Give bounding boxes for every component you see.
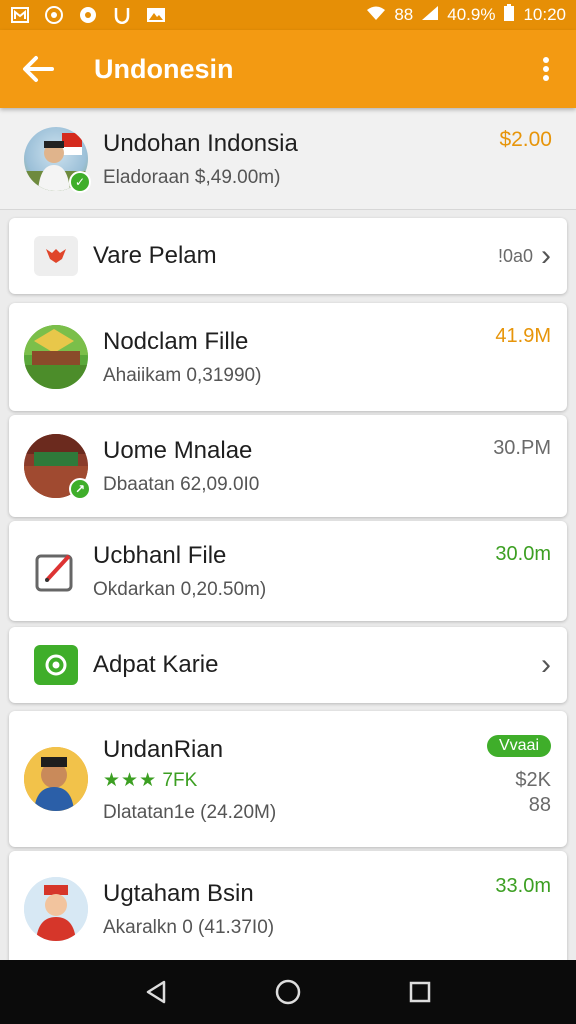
item-amount: 33.0m [495, 875, 551, 897]
item-subtitle: Dlatatan1e (24.20M) [103, 801, 277, 823]
farm-avatar-icon [24, 325, 88, 389]
item-title: Ucbhanl File [93, 542, 227, 569]
chevron-right-icon: › [541, 239, 551, 272]
item-subtitle: Dbaatan 62,09.0I0 [103, 474, 260, 495]
avatar [24, 877, 88, 941]
item-amount: 30.PM [493, 437, 551, 459]
verified-badge: ✓ [69, 170, 91, 193]
chevron-right-icon: › [541, 648, 551, 681]
page-title: Undonesin [94, 53, 234, 84]
avatar [24, 325, 88, 389]
item-text: UndanRian ★★★ 7FK Dlatatan1e (24.20M) [103, 735, 552, 824]
list-item-uome-mnalae[interactable]: ↗ Uome Mnalae Dbaatan 62,09.0I0 30.PM [9, 415, 567, 517]
list-item-ugtaham-bsin[interactable]: Ugtaham Bsin Akaralkn 0 (41.37I0) 33.0m [9, 851, 567, 960]
heart-icon [34, 236, 78, 276]
edit-icon [34, 551, 78, 592]
nav-home-button[interactable] [268, 972, 308, 1012]
shield-icon [112, 6, 132, 24]
person-avatar-icon [24, 747, 88, 811]
signal-text: 88 [394, 5, 414, 24]
record-icon [78, 6, 98, 24]
nav-recents-button[interactable] [400, 972, 440, 1012]
clock: 10:20 [523, 5, 566, 24]
circle-home-icon [275, 979, 301, 1005]
avatar: ↗ [24, 434, 91, 500]
signal-icon [421, 5, 439, 26]
wifi-icon [366, 5, 386, 26]
item-title: Nodclam Fille [103, 328, 249, 355]
message-icon [10, 6, 30, 24]
list-item-nodclam-fille[interactable]: Nodclam Fille Ahaiikam 0,31990) 41.9M [9, 303, 567, 411]
item-subtitle: Eladoraan $,49.00m) [103, 166, 281, 188]
square-recents-icon [409, 981, 431, 1003]
app-bar: Undonesin [0, 30, 576, 108]
photo-icon [146, 6, 166, 24]
item-amount: 30.0m [495, 543, 551, 565]
item-text: Ucbhanl File Okdarkan 0,20.50m) [93, 541, 552, 601]
item-text: Vare Pelam [93, 241, 552, 271]
rating: ★★★ 7FK [103, 769, 552, 792]
battery-icon [503, 3, 515, 27]
list-item-undanrian[interactable]: UndanRian ★★★ 7FK Dlatatan1e (24.20M) Vv… [9, 711, 567, 847]
item-title: Uome Mnalae [103, 437, 253, 464]
item-subtitle: Akaralkn 0 (41.37I0) [103, 917, 275, 938]
avatar: ✓ [24, 126, 91, 193]
triangle-back-icon [146, 980, 166, 1004]
item-text: Uome Mnalae Dbaatan 62,09.0I0 [103, 436, 552, 496]
item-text: Nodclam Fille Ahaiikam 0,31990) [103, 327, 552, 387]
notification-icons [10, 6, 166, 24]
header-list-item[interactable]: ✓ Undohan Indonsia Eladoraan $,49.00m) $… [0, 108, 576, 210]
item-value: !0a0 [497, 245, 533, 266]
person-avatar-icon [24, 877, 88, 941]
rating-stars: ★★★ [103, 769, 158, 791]
location-icon [34, 645, 78, 685]
overflow-menu-button[interactable] [516, 30, 576, 108]
item-title: Vare Pelam [93, 242, 217, 269]
item-text: Adpat Karie [93, 650, 552, 680]
avatar [24, 747, 88, 811]
system-indicators: 88 40.9% 10:20 [366, 3, 566, 27]
list-item-adpat-karie[interactable]: Adpat Karie › [9, 627, 567, 703]
item-amount: $2K [515, 769, 551, 791]
item-amount: $2.00 [499, 128, 552, 151]
item-title: Adpat Karie [93, 651, 219, 678]
arrow-back-icon [23, 56, 54, 82]
status-badge: Vvaai [486, 735, 551, 757]
item-title: UndanRian [103, 735, 224, 763]
item-subtitle: Okdarkan 0,20.50m) [93, 579, 267, 600]
item-amount: 41.9M [495, 325, 551, 347]
item-trailing: Vvaai $2K 88 [486, 733, 551, 817]
item-amount-secondary: 88 [528, 794, 551, 816]
item-text: Ugtaham Bsin Akaralkn 0 (41.37I0) [103, 879, 552, 939]
item-title: Ugtaham Bsin [103, 880, 254, 907]
list-item-vare-pelam[interactable]: Vare Pelam !0a0 › [9, 218, 567, 294]
status-bar: 88 40.9% 10:20 [0, 0, 576, 30]
back-button[interactable] [0, 30, 76, 108]
item-subtitle: Ahaiikam 0,31990) [103, 365, 262, 386]
item-title: Undohan Indonsia [103, 129, 298, 157]
list-item-ucbhanl-file[interactable]: Ucbhanl File Okdarkan 0,20.50m) 30.0m [9, 521, 567, 621]
battery-percent: 40.9% [447, 5, 496, 24]
more-vert-icon [543, 57, 549, 81]
header-item-text: Undohan Indonsia Eladoraan $,49.00m) [103, 129, 499, 189]
item-trailing: !0a0 › [498, 241, 551, 271]
camera-icon [44, 6, 64, 24]
item-trailing: › [533, 650, 551, 680]
rating-text: 7FK [162, 769, 198, 791]
status-badge: ↗ [69, 478, 91, 500]
nav-back-button[interactable] [136, 972, 176, 1012]
transaction-list: ✓ Undohan Indonsia Eladoraan $,49.00m) $… [0, 108, 576, 960]
system-navigation-bar [0, 960, 576, 1024]
